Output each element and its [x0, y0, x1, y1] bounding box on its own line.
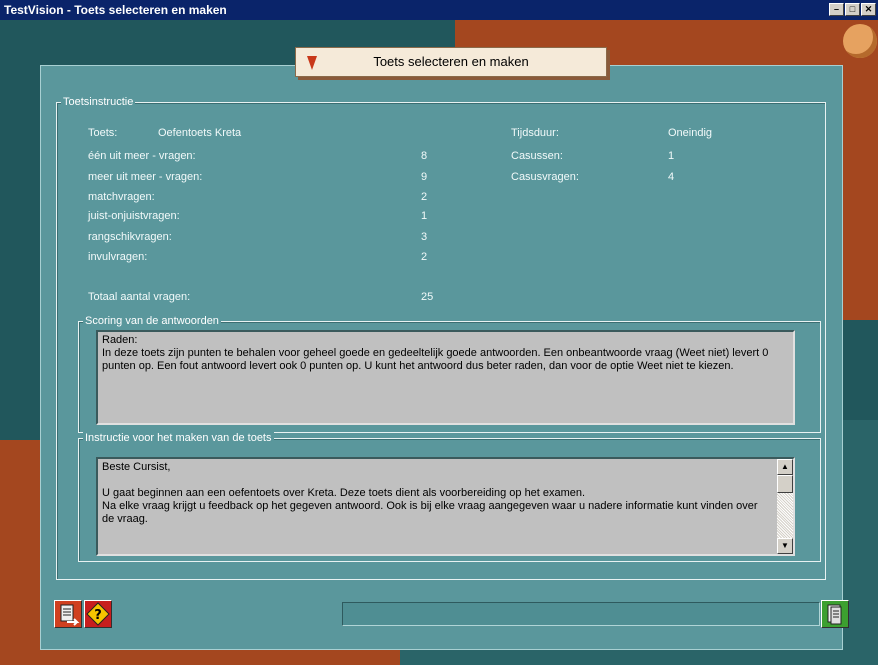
help-icon[interactable]: ?: [84, 600, 112, 628]
count-value: 2: [421, 191, 428, 203]
scroll-thumb[interactable]: [777, 475, 793, 493]
title-bar: TestVision - Toets selecteren en maken –…: [0, 0, 878, 20]
count-value: 3: [421, 231, 428, 243]
right-label: Casusvragen:: [511, 171, 579, 183]
instructie-textbox[interactable]: Beste Cursist, U gaat beginnen aan een o…: [96, 457, 795, 556]
right-value: 1: [668, 150, 675, 162]
minimize-icon[interactable]: –: [829, 3, 844, 16]
scrollbar[interactable]: ▲ ▼: [777, 459, 793, 554]
instructie-text: Beste Cursist, U gaat beginnen aan een o…: [102, 461, 758, 525]
page-title: Toets selecteren en maken: [373, 54, 529, 69]
right-value: 4: [668, 171, 675, 183]
page-header: Toets selecteren en maken: [295, 47, 607, 77]
scoring-text: Raden: In deze toets zijn punten te beha…: [96, 330, 795, 425]
status-bar: [342, 602, 820, 626]
count-label: invulvragen:: [88, 251, 148, 263]
svg-text:?: ?: [94, 608, 102, 623]
toets-label: Toets:: [88, 127, 118, 139]
exit-glyph: [60, 604, 80, 626]
count-label: juist-onjuistvragen:: [88, 210, 180, 222]
total-label: Totaal aantal vragen:: [88, 291, 191, 303]
close-icon[interactable]: ✕: [861, 3, 876, 16]
window-title: TestVision - Toets selecteren en maken: [4, 3, 227, 17]
maximize-icon[interactable]: □: [845, 3, 860, 16]
count-value: 9: [421, 171, 428, 183]
scroll-down-icon[interactable]: ▼: [777, 538, 793, 554]
group-legend: Scoring van de antwoorden: [83, 314, 221, 328]
right-label: Tijdsduur:: [511, 127, 559, 139]
count-label: matchvragen:: [88, 191, 155, 203]
count-label: één uit meer - vragen:: [88, 150, 196, 162]
count-label: rangschikvragen:: [88, 231, 172, 243]
count-label: meer uit meer - vragen:: [88, 171, 203, 183]
group-legend: Instructie voor het maken van de toets: [83, 431, 274, 445]
count-value: 2: [421, 251, 428, 263]
decoration-icon: [843, 24, 877, 58]
help-glyph: ?: [86, 602, 110, 626]
scroll-up-icon[interactable]: ▲: [777, 459, 793, 475]
next-icon[interactable]: [821, 600, 849, 628]
total-value: 25: [421, 291, 434, 303]
right-label: Casussen:: [511, 150, 563, 162]
count-value: 1: [421, 210, 428, 222]
right-value: Oneindig: [668, 127, 713, 139]
count-value: 8: [421, 150, 428, 162]
exit-icon[interactable]: [54, 600, 82, 628]
toets-value: Oefentoets Kreta: [158, 127, 242, 139]
group-legend: Toetsinstructie: [61, 95, 136, 109]
next-glyph: [827, 604, 842, 625]
